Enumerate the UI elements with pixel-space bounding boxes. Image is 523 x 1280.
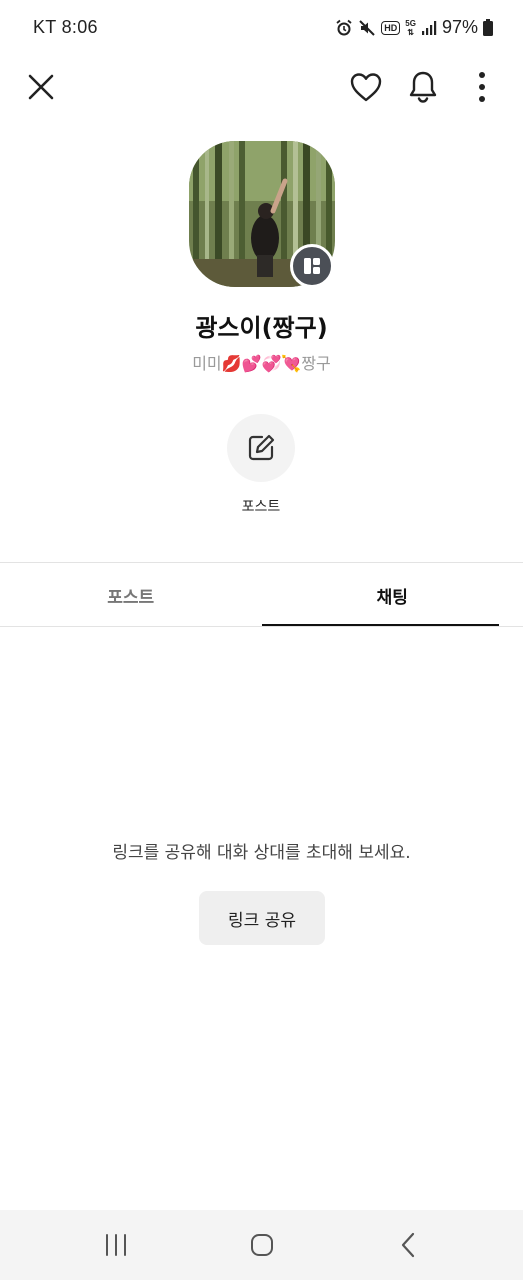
edit-icon: [248, 434, 275, 461]
alarm-icon: [335, 19, 353, 37]
hd-icon: HD: [381, 20, 401, 35]
like-button[interactable]: [344, 65, 388, 109]
back-icon: [401, 1232, 415, 1258]
profile-layout-icon: [304, 258, 320, 274]
home-button[interactable]: [240, 1223, 284, 1267]
network-label: 5G: [405, 18, 416, 28]
data-arrows-icon: ⇅: [407, 27, 414, 37]
share-link-button[interactable]: 링크 공유: [199, 891, 325, 945]
battery-icon: [483, 19, 493, 36]
tab-posts[interactable]: 포스트: [0, 563, 262, 627]
profile-layout-badge[interactable]: [290, 244, 334, 288]
status-icons: HD 5G ⇅ 97%: [335, 17, 493, 38]
5g-icon: 5G ⇅: [405, 19, 416, 37]
notification-button[interactable]: [401, 65, 445, 109]
post-action-circle[interactable]: [227, 414, 295, 482]
close-button[interactable]: [19, 65, 63, 109]
home-icon: [251, 1234, 273, 1256]
tab-bar: 포스트 채팅: [0, 563, 523, 627]
empty-state-message: 링크를 공유해 대화 상대를 초대해 보세요.: [112, 843, 411, 863]
post-action-button[interactable]: 포스트: [226, 414, 296, 516]
system-nav-bar: [0, 1210, 523, 1280]
bell-icon: [409, 71, 437, 103]
profile-name: 광스이(짱구): [195, 314, 328, 342]
mute-icon: [358, 19, 376, 37]
carrier-time: KT 8:06: [33, 17, 98, 37]
signal-icon: [421, 20, 437, 36]
back-button[interactable]: [386, 1223, 430, 1267]
recents-icon: [106, 1234, 126, 1256]
battery-text: 97%: [441, 17, 478, 37]
post-action-label: 포스트: [241, 499, 281, 515]
tab-chat[interactable]: 채팅: [261, 563, 523, 627]
close-icon: [28, 74, 54, 100]
avatar-container[interactable]: [189, 141, 335, 288]
profile-status-message: 미미💋💕💞💘짱구: [192, 354, 331, 373]
more-options-button[interactable]: [460, 65, 504, 109]
status-bar: KT 8:06 HD 5G ⇅ 97%: [0, 0, 523, 56]
heart-icon: [350, 73, 382, 102]
tab-chat-label: 채팅: [376, 587, 408, 608]
more-vertical-icon: [479, 72, 485, 102]
tabs-bottom-divider: [0, 626, 523, 627]
top-bar: [0, 56, 523, 120]
recents-button[interactable]: [94, 1223, 138, 1267]
